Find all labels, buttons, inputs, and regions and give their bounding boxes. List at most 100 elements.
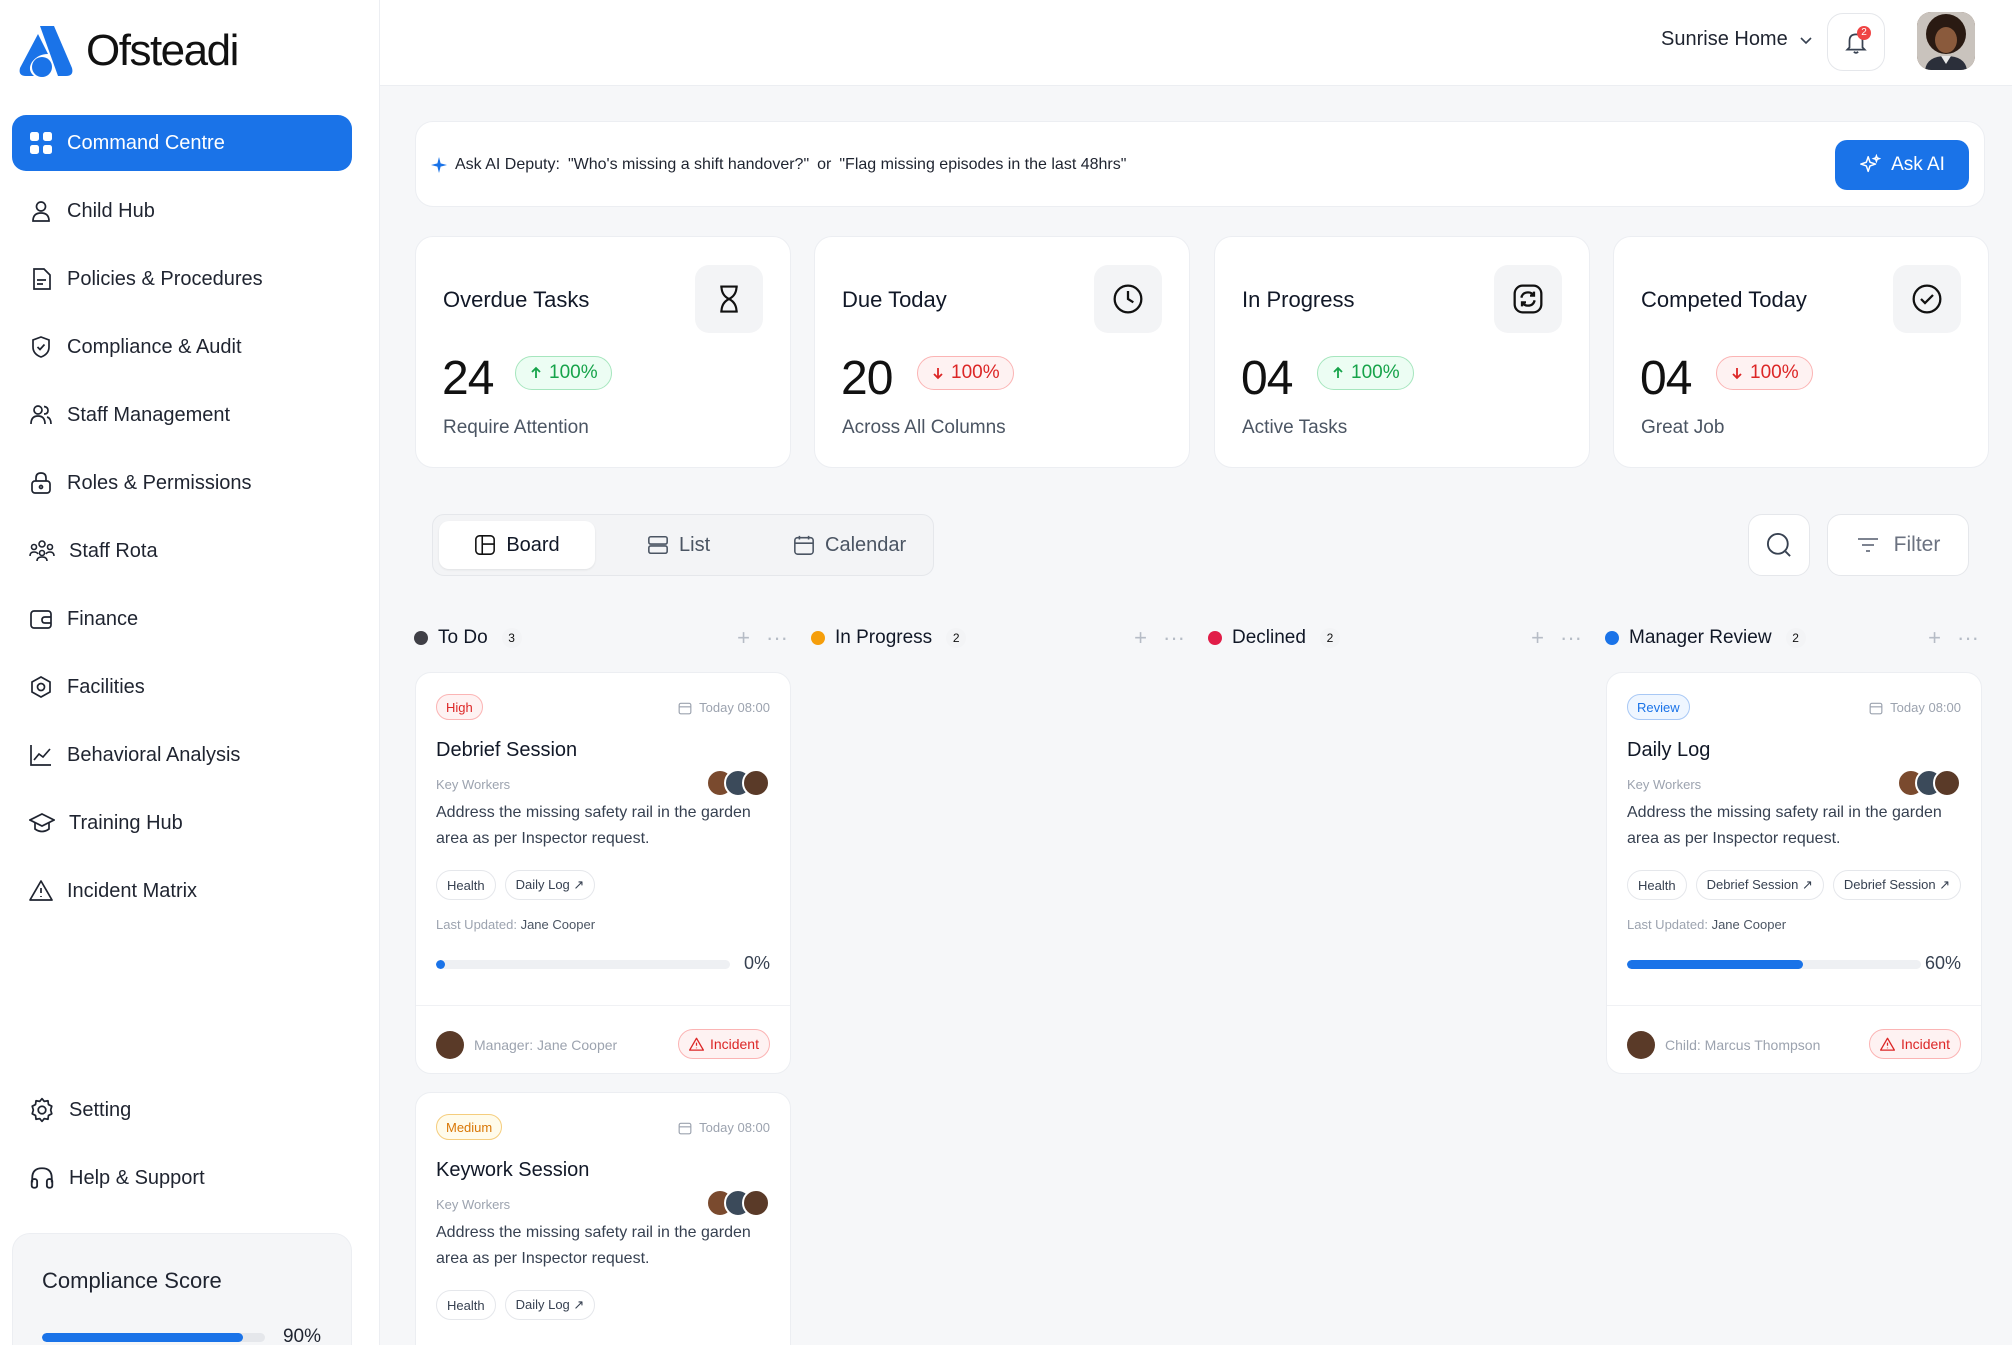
tag-chip-link[interactable]: Daily Log ↗ bbox=[504, 1290, 596, 1320]
add-task-icon[interactable]: + bbox=[737, 625, 750, 651]
users-icon bbox=[30, 405, 52, 425]
avatar bbox=[742, 769, 770, 797]
search-button[interactable] bbox=[1748, 514, 1810, 576]
stat-delta-badge: 100% bbox=[515, 356, 612, 390]
stat-card-due-today[interactable]: Due Today 20 100% Across All Columns bbox=[814, 236, 1190, 468]
stat-card-in-progress[interactable]: In Progress 04 100% Active Tasks bbox=[1214, 236, 1590, 468]
warning-icon bbox=[29, 880, 53, 901]
people-group-icon bbox=[29, 540, 55, 562]
incident-badge[interactable]: Incident bbox=[677, 1029, 770, 1059]
notifications-button[interactable]: 2 bbox=[1827, 13, 1885, 71]
assignee-avatars[interactable] bbox=[706, 769, 770, 797]
tag-chip[interactable]: Health bbox=[1627, 870, 1687, 900]
user-icon bbox=[32, 201, 50, 222]
nav-label: Facilities bbox=[67, 675, 145, 698]
more-options-icon[interactable]: ··· bbox=[766, 625, 788, 651]
view-list-label: List bbox=[679, 533, 711, 556]
calendar-icon bbox=[1869, 702, 1883, 714]
add-task-icon[interactable]: + bbox=[1531, 625, 1544, 651]
nav-item-policies[interactable]: Policies & Procedures bbox=[12, 251, 352, 307]
more-options-icon[interactable]: ··· bbox=[1163, 625, 1185, 651]
task-manager: Manager: Jane Cooper bbox=[436, 1031, 617, 1059]
last-updated: Last Updated: Jane Cooper bbox=[1627, 917, 1786, 932]
task-child-text: Child: Marcus Thompson bbox=[1665, 1037, 1821, 1053]
task-description: Address the missing safety rail in the g… bbox=[436, 1224, 751, 1267]
nav-item-incident-matrix[interactable]: Incident Matrix bbox=[12, 863, 352, 919]
compliance-progress-bar bbox=[42, 1332, 265, 1342]
compliance-score-card: Compliance Score 90% bbox=[12, 1233, 352, 1345]
nav-item-compliance[interactable]: Compliance & Audit bbox=[12, 319, 352, 375]
chevron-down-icon bbox=[1800, 36, 1812, 44]
task-title: Keywork Session bbox=[436, 1159, 590, 1181]
calendar-icon bbox=[678, 702, 692, 714]
avatar-portrait-icon bbox=[1917, 12, 1975, 70]
filter-button[interactable]: Filter bbox=[1827, 514, 1969, 576]
column-name: Manager Review bbox=[1629, 627, 1772, 648]
nav-item-command-centre[interactable]: Command Centre bbox=[12, 115, 352, 171]
nav-item-training-hub[interactable]: Training Hub bbox=[12, 795, 352, 851]
stat-value: 24 bbox=[442, 352, 494, 405]
stat-icon-box bbox=[1893, 265, 1961, 333]
tag-chip[interactable]: Health bbox=[436, 1290, 496, 1320]
task-card[interactable]: Medium Today 08:00 Keywork Session Key W… bbox=[415, 1092, 791, 1345]
assignee-avatars[interactable] bbox=[1897, 769, 1961, 797]
more-options-icon[interactable]: ··· bbox=[1957, 625, 1979, 651]
view-board-tab[interactable]: Board bbox=[439, 521, 595, 569]
more-options-icon[interactable]: ··· bbox=[1560, 625, 1582, 651]
nav-item-roles[interactable]: Roles & Permissions bbox=[12, 455, 352, 511]
filter-icon bbox=[1857, 538, 1878, 552]
nav-item-behavioral-analysis[interactable]: Behavioral Analysis bbox=[12, 727, 352, 783]
tag-chip-link[interactable]: Debrief Session ↗ bbox=[1832, 870, 1962, 900]
nav-label: Command Centre bbox=[67, 131, 225, 154]
stat-card-overdue[interactable]: Overdue Tasks 24 100% Require Attention bbox=[415, 236, 791, 468]
secondary-nav: Setting Help & Support bbox=[12, 1082, 352, 1218]
nav-label: Roles & Permissions bbox=[67, 471, 252, 494]
nav-label: Staff Rota bbox=[69, 539, 158, 562]
arrow-up-icon bbox=[1333, 366, 1343, 378]
nav-item-setting[interactable]: Setting bbox=[12, 1082, 352, 1138]
location-select[interactable]: Sunrise Home bbox=[1661, 28, 1814, 51]
stat-subtitle: Require Attention bbox=[443, 417, 589, 438]
nav-item-finance[interactable]: Finance bbox=[12, 591, 352, 647]
view-calendar-tab[interactable]: Calendar bbox=[793, 521, 906, 569]
ai-prompt[interactable]: Ask AI Deputy: "Who's missing a shift ha… bbox=[431, 156, 1126, 174]
tag-chip-link[interactable]: Debrief Session ↗ bbox=[1695, 870, 1824, 900]
document-icon bbox=[33, 268, 51, 290]
tag-chip-link[interactable]: Daily Log ↗ bbox=[504, 870, 596, 900]
add-task-icon[interactable]: + bbox=[1928, 625, 1941, 651]
tag-chip[interactable]: Health bbox=[436, 870, 496, 900]
stat-icon-box bbox=[695, 265, 763, 333]
last-updated-label: Last Updated: bbox=[436, 917, 517, 932]
last-updated-label: Last Updated: bbox=[1627, 917, 1708, 932]
task-card[interactable]: Review Today 08:00 Daily Log Key Workers… bbox=[1606, 672, 1982, 1074]
nav-item-child-hub[interactable]: Child Hub bbox=[12, 183, 352, 239]
location-name: Sunrise Home bbox=[1661, 28, 1788, 50]
user-avatar[interactable] bbox=[1917, 12, 1975, 70]
compliance-progress-fill bbox=[42, 1332, 243, 1342]
avatar bbox=[436, 1031, 464, 1059]
ai-or: or bbox=[817, 156, 832, 173]
shield-check-icon bbox=[32, 336, 50, 358]
board-icon bbox=[475, 535, 496, 555]
stat-card-completed-today[interactable]: Competed Today 04 100% Great Job bbox=[1613, 236, 1989, 468]
add-task-icon[interactable]: + bbox=[1134, 625, 1147, 651]
nav-item-staff-rota[interactable]: Staff Rota bbox=[12, 523, 352, 579]
main-nav: Command Centre Child Hub Policies & Proc… bbox=[12, 115, 352, 931]
nav-item-help[interactable]: Help & Support bbox=[12, 1150, 352, 1206]
stat-icon-box bbox=[1094, 265, 1162, 333]
compliance-title: Compliance Score bbox=[42, 1268, 222, 1293]
nav-item-facilities[interactable]: Facilities bbox=[12, 659, 352, 715]
assignee-avatars[interactable] bbox=[706, 1189, 770, 1217]
stat-value: 20 bbox=[841, 352, 893, 405]
task-progress-bar bbox=[436, 960, 730, 969]
app-logo[interactable]: Ofsteadi bbox=[18, 24, 239, 78]
ask-ai-button[interactable]: Ask AI bbox=[1835, 140, 1969, 190]
task-card[interactable]: High Today 08:00 Debrief Session Key Wor… bbox=[415, 672, 791, 1074]
nav-item-staff-management[interactable]: Staff Management bbox=[12, 387, 352, 443]
ask-ai-label: Ask AI bbox=[1891, 154, 1945, 175]
task-title: Daily Log bbox=[1627, 739, 1711, 761]
ai-example-1: "Who's missing a shift handover?" bbox=[567, 156, 810, 173]
view-list-tab[interactable]: List bbox=[647, 521, 710, 569]
incident-badge[interactable]: Incident bbox=[1868, 1029, 1961, 1059]
notification-count: 2 bbox=[1857, 26, 1871, 40]
